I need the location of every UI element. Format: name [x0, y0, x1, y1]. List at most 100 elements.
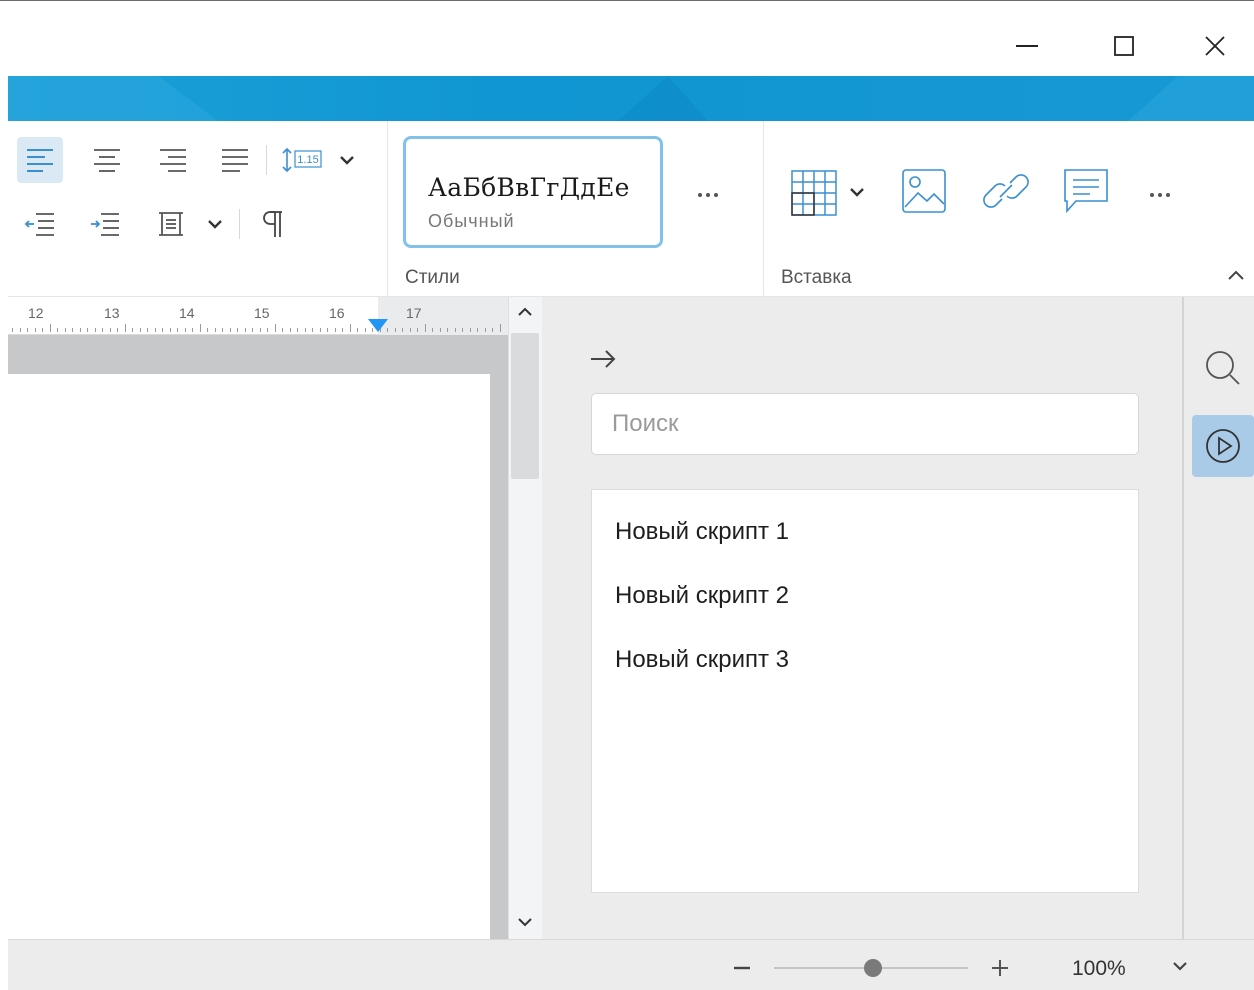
maximize-icon — [1114, 36, 1134, 56]
increase-indent-button[interactable] — [82, 201, 128, 247]
decrease-indent-button[interactable] — [17, 201, 63, 247]
ruler-tick — [334, 328, 336, 332]
ruler-tick — [72, 328, 73, 332]
ruler-tick — [162, 328, 163, 332]
ruler-tick — [42, 328, 43, 332]
minimize-button[interactable] — [1004, 23, 1050, 69]
align-center-icon — [94, 149, 120, 172]
collapse-panel-button[interactable] — [588, 347, 618, 376]
list-item[interactable]: Новый скрипт 1 — [615, 518, 789, 546]
show-formatting-button[interactable] — [250, 201, 296, 247]
ruler-tick — [117, 328, 118, 332]
scrollbar-thumb[interactable] — [511, 333, 539, 479]
group-divider — [387, 121, 388, 297]
scroll-up-button[interactable] — [517, 305, 533, 323]
align-justify-button[interactable] — [212, 137, 258, 183]
chevron-up-icon — [518, 307, 532, 316]
ruler-tick — [417, 328, 418, 332]
table-dropdown[interactable] — [844, 179, 870, 205]
horizontal-ruler[interactable]: 12 13 14 15 16 17 — [8, 297, 508, 335]
increase-indent-icon — [91, 213, 119, 236]
right-indent-marker[interactable] — [368, 319, 388, 332]
play-icon — [1206, 429, 1240, 463]
pilcrow-icon — [263, 211, 282, 237]
ruler-tick — [94, 328, 96, 332]
ruler-tick — [139, 328, 141, 332]
scroll-down-button[interactable] — [517, 915, 533, 933]
ruler-tick — [177, 328, 178, 332]
ruler-tick — [342, 328, 343, 332]
maximize-button[interactable] — [1101, 23, 1147, 69]
ruler-tick — [169, 328, 171, 332]
ruler-tick — [432, 328, 433, 332]
line-spacing-value: 1.15 — [297, 154, 318, 166]
ruler-tick — [124, 324, 126, 332]
list-item[interactable]: Новый скрипт 2 — [615, 582, 789, 610]
align-center-button[interactable] — [84, 137, 130, 183]
ruler-tick — [394, 328, 396, 332]
insert-comment-button[interactable] — [1058, 163, 1114, 219]
styles-more-button[interactable] — [688, 177, 728, 213]
align-left-button[interactable] — [17, 137, 63, 183]
ruler-tick — [109, 328, 111, 332]
style-preset-normal[interactable]: АаБбВвГгДдЕе Обычный — [403, 136, 663, 248]
ruler-tick — [199, 324, 201, 332]
insert-image-button[interactable] — [896, 163, 952, 219]
arrow-right-icon — [591, 350, 616, 368]
paragraph-spacing-icon — [159, 212, 183, 236]
ruler-tick — [267, 328, 268, 332]
collapse-ribbon-button[interactable] — [1222, 261, 1250, 289]
ruler-tick — [64, 328, 66, 332]
document-page[interactable] — [8, 374, 490, 939]
ruler-tick — [357, 328, 358, 332]
ruler-tick — [252, 328, 253, 332]
table-icon — [791, 170, 837, 216]
insert-link-button[interactable] — [978, 163, 1034, 219]
status-bar: 100% — [8, 939, 1254, 990]
ruler-tick — [402, 328, 403, 332]
ruler-tick — [259, 328, 261, 332]
line-spacing-icon: 1.15 — [282, 147, 322, 173]
ruler-tick — [469, 328, 471, 332]
ruler-tick — [462, 328, 463, 332]
style-sample-text: АаБбВвГгДдЕе — [428, 173, 630, 202]
insert-table-button[interactable] — [784, 163, 840, 219]
ruler-tick — [49, 324, 51, 332]
ruler-tick — [499, 324, 501, 332]
insert-more-button[interactable] — [1140, 177, 1180, 213]
search-input[interactable] — [591, 393, 1139, 455]
align-right-button[interactable] — [150, 137, 196, 183]
ruler-tick — [222, 328, 223, 332]
chevron-down-icon — [340, 156, 354, 165]
paragraph-spacing-button[interactable] — [148, 201, 194, 247]
ruler-tick — [327, 328, 328, 332]
zoom-slider-thumb[interactable] — [864, 959, 882, 977]
ruler-tick — [12, 328, 13, 332]
chevron-down-icon — [850, 188, 864, 197]
zoom-dropdown[interactable] — [1170, 954, 1190, 983]
scripts-panel-button[interactable] — [1192, 415, 1254, 477]
ruler-number: 16 — [329, 305, 345, 321]
vertical-scrollbar[interactable] — [508, 297, 542, 939]
insert-group-label: Вставка — [781, 267, 852, 288]
close-button[interactable] — [1192, 23, 1238, 69]
zoom-in-button[interactable] — [988, 952, 1012, 987]
paragraph-spacing-dropdown[interactable] — [202, 211, 228, 237]
ruler-tick — [237, 328, 238, 332]
ruler-tick — [184, 328, 186, 332]
ruler-tick — [147, 328, 148, 332]
plus-icon — [992, 960, 1008, 976]
line-spacing-button[interactable]: 1.15 — [276, 137, 330, 183]
more-icon — [698, 193, 718, 197]
list-item[interactable]: Новый скрипт 3 — [615, 646, 789, 674]
ruler-tick — [27, 328, 28, 332]
decrease-indent-icon — [24, 213, 54, 236]
line-spacing-dropdown[interactable] — [334, 147, 360, 173]
ruler-tick — [57, 328, 58, 332]
chevron-up-icon — [1228, 270, 1244, 280]
search-panel-button[interactable] — [1192, 337, 1254, 399]
chevron-down-icon — [1173, 962, 1187, 971]
ruler-number: 17 — [406, 305, 422, 321]
zoom-out-button[interactable] — [730, 952, 754, 987]
ruler-tick — [289, 328, 291, 332]
